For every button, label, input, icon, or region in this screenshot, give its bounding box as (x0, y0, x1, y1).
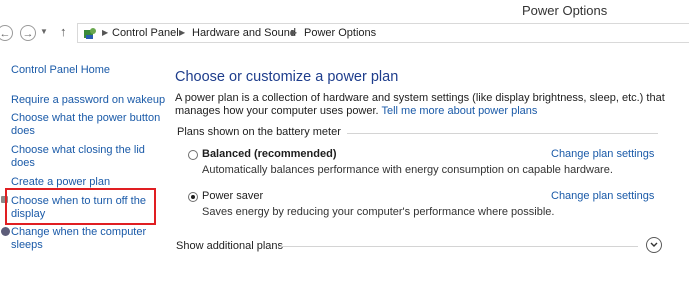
sidebar-item-closing-lid[interactable]: Choose what closing the lid (11, 144, 145, 157)
chevron-down-glyph (650, 242, 658, 247)
breadcrumb-power-options[interactable]: Power Options (304, 27, 376, 39)
forward-arrow-icon[interactable]: → (20, 25, 36, 41)
address-bar[interactable]: ▶ Control Panel ▶ Hardware and Sound ▶ P… (77, 23, 689, 43)
highlight-annotation-box (5, 188, 156, 225)
sidebar-item-computer-sleeps-line2[interactable]: sleeps (11, 239, 43, 252)
breadcrumb-hardware-and-sound[interactable]: Hardware and Sound (192, 27, 296, 39)
plan-description-balanced: Automatically balances performance with … (202, 164, 613, 176)
sidebar-item-power-button[interactable]: Choose what the power button (11, 112, 160, 125)
sidebar-item-require-password[interactable]: Require a password on wakeup (11, 94, 165, 107)
balanced-radio[interactable] (188, 150, 198, 160)
plan-name-balanced[interactable]: Balanced (recommended) (202, 148, 336, 160)
title-bar: Power Options (0, 0, 689, 20)
sidebar-item-closing-lid-line2[interactable]: does (11, 157, 35, 170)
plan-description-power-saver: Saves energy by reducing your computer's… (202, 206, 555, 218)
recent-locations-chevron-icon[interactable]: ▼ (40, 27, 48, 36)
page-description: A power plan is a collection of hardware… (175, 92, 675, 118)
sidebar-item-power-button-line2[interactable]: does (11, 125, 35, 138)
change-plan-settings-balanced[interactable]: Change plan settings (551, 148, 654, 160)
breadcrumb-separator-icon[interactable]: ▶ (179, 28, 185, 37)
back-arrow-icon[interactable]: ← (0, 25, 13, 41)
up-arrow-icon[interactable]: ↑ (60, 24, 67, 39)
chevron-down-icon[interactable] (646, 237, 662, 253)
additional-plans-divider (278, 246, 638, 247)
breadcrumb-separator-icon[interactable]: ▶ (291, 28, 297, 37)
sleep-icon (1, 227, 10, 236)
power-saver-radio[interactable] (188, 192, 198, 202)
sidebar-item-control-panel-home[interactable]: Control Panel Home (11, 64, 110, 77)
plan-name-power-saver[interactable]: Power saver (202, 190, 263, 202)
power-plans-help-link[interactable]: Tell me more about power plans (381, 105, 537, 117)
breadcrumb-separator-icon[interactable]: ▶ (102, 28, 108, 37)
sidebar-item-computer-sleeps[interactable]: Change when the computer (11, 226, 146, 239)
control-panel-icon (84, 28, 96, 39)
window-title: Power Options (522, 3, 608, 18)
show-additional-plans[interactable]: Show additional plans (176, 240, 283, 252)
page-title: Choose or customize a power plan (175, 69, 399, 85)
section-label: Plans shown on the battery meter (177, 126, 347, 138)
breadcrumb-control-panel[interactable]: Control Panel (112, 27, 179, 39)
address-row: ← → ▼ ↑ ▶ Control Panel ▶ Hardware and S… (0, 21, 689, 46)
change-plan-settings-power-saver[interactable]: Change plan settings (551, 190, 654, 202)
